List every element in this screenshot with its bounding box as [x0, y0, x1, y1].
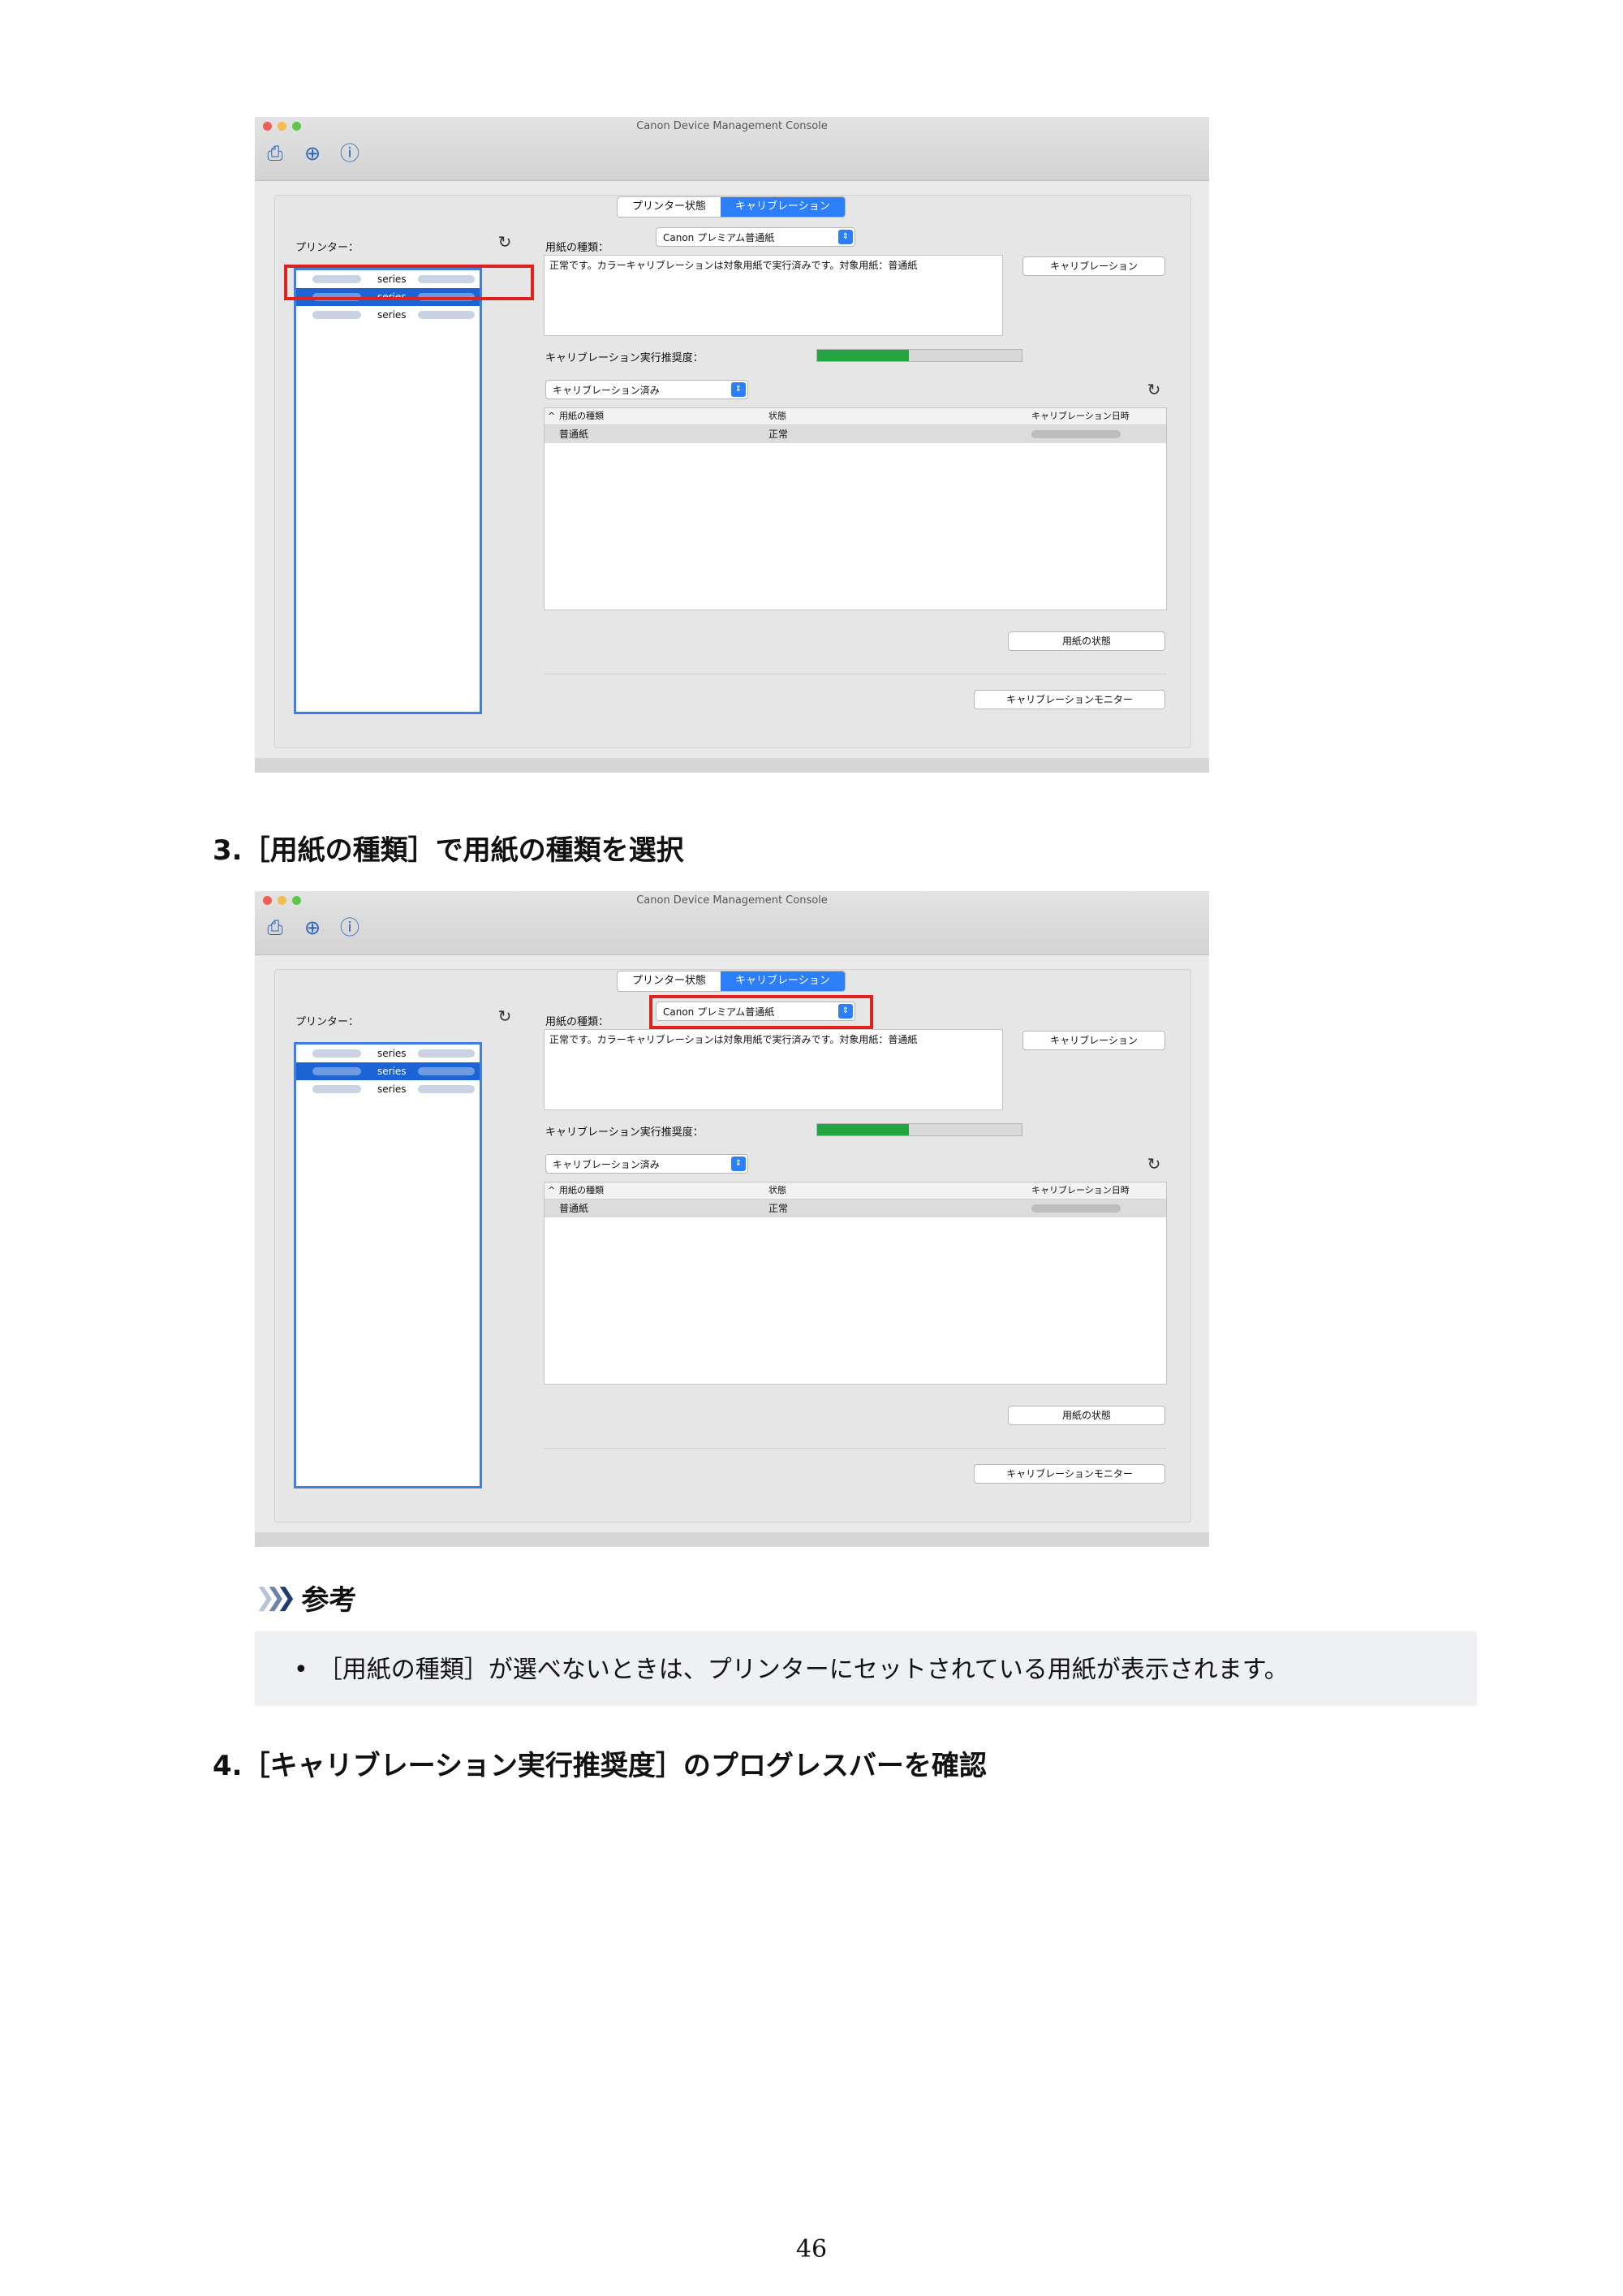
paper-status-button[interactable]: 用紙の状態 [1008, 1406, 1165, 1425]
chevron-updown-icon: ⇕ [731, 382, 746, 397]
add-printer-icon[interactable]: ⊕ [300, 141, 325, 166]
sort-ascending-icon[interactable]: ^ [548, 408, 555, 424]
tab-printer-status[interactable]: プリンター状態 [618, 971, 721, 991]
chevron-updown-icon: ⇕ [838, 230, 853, 244]
printers-label: プリンター： [295, 1016, 359, 1028]
step-3-heading: 3.［用紙の種類］で用紙の種類を選択 [213, 834, 684, 867]
step-4-heading: 4.［キャリブレーション実行推奨度］のプログレスバーを確認 [213, 1750, 987, 1782]
sort-ascending-icon[interactable]: ^ [548, 1182, 555, 1199]
printer-list-item[interactable]: series [296, 1080, 480, 1098]
cell-media: 普通紙 [559, 429, 589, 440]
add-printer-icon[interactable]: ⊕ [300, 915, 325, 940]
refresh-icon[interactable]: ↻ [495, 232, 514, 252]
media-type-select[interactable]: Canon プレミアム普通紙 ⇕ [656, 227, 855, 247]
column-header-media[interactable]: 用紙の種類 [559, 1182, 604, 1199]
printer-info-icon[interactable]: ⓘ [338, 915, 362, 940]
refresh-icon[interactable]: ↻ [1144, 380, 1164, 399]
calibration-filter-select[interactable]: キャリブレーション済み ⇕ [545, 380, 748, 399]
window-titlebar: Canon Device Management Console ⎙ ⊕ ⓘ [255, 891, 1209, 955]
recommendation-label: キャリブレーション実行推奨度： [545, 352, 704, 364]
calibration-filter-value: キャリブレーション済み [553, 385, 660, 396]
tab-calibration[interactable]: キャリブレーション [721, 971, 845, 991]
printer-list-item[interactable]: series [296, 270, 480, 288]
tab-bar: プリンター状態 キャリブレーション [617, 196, 846, 218]
printers-label: プリンター： [295, 242, 359, 254]
column-header-datetime[interactable]: キャリブレーション日時 [1031, 408, 1130, 424]
cell-datetime-redacted [1031, 1204, 1121, 1213]
recommendation-label: キャリブレーション実行推奨度： [545, 1126, 704, 1139]
media-type-select[interactable]: Canon プレミアム普通紙 ⇕ [656, 1002, 855, 1021]
page-number: 46 [795, 2235, 828, 2264]
chevrons-icon: ❯❯❯ [255, 1583, 297, 1612]
printer-list-item-selected[interactable]: series [296, 1062, 480, 1080]
refresh-icon[interactable]: ↻ [1144, 1154, 1164, 1174]
calibration-filter-value: キャリブレーション済み [553, 1159, 660, 1170]
chevron-updown-icon: ⇕ [731, 1157, 746, 1171]
calibration-table: ^ 用紙の種類 状態 キャリブレーション日時 普通紙 正常 [544, 1182, 1167, 1385]
recommendation-progress-fill [817, 350, 910, 361]
printer-settings-icon[interactable]: ⎙ [263, 915, 287, 940]
screenshot-media-type-selection: Canon Device Management Console ⎙ ⊕ ⓘ プリ… [255, 891, 1209, 1547]
note-heading-text: 参考 [301, 1583, 357, 1617]
bullet-icon: • [294, 1656, 308, 1684]
calibration-table: ^ 用紙の種類 状態 キャリブレーション日時 普通紙 正常 [544, 407, 1167, 610]
status-message: 正常です。カラーキャリブレーションは対象用紙で実行済みです。対象用紙：普通紙 [549, 260, 918, 271]
table-row[interactable]: 普通紙 正常 [545, 1200, 1166, 1217]
printer-settings-icon[interactable]: ⎙ [263, 141, 287, 166]
calibration-monitor-button[interactable]: キャリブレーションモニター [974, 1464, 1165, 1484]
note-heading: ❯❯❯ 参考 [255, 1579, 357, 1617]
recommendation-progress-fill [817, 1124, 910, 1135]
refresh-icon[interactable]: ↻ [495, 1006, 514, 1026]
column-header-datetime[interactable]: キャリブレーション日時 [1031, 1182, 1130, 1199]
column-header-state[interactable]: 状態 [768, 408, 786, 424]
recommendation-progress-bar [816, 1123, 1022, 1136]
divider [544, 1448, 1167, 1449]
window-bottom-strip [255, 758, 1209, 773]
cell-datetime-redacted [1031, 430, 1121, 438]
printer-list[interactable]: series series series [294, 1042, 482, 1488]
status-message-box: 正常です。カラーキャリブレーションは対象用紙で実行済みです。対象用紙：普通紙 [544, 255, 1003, 336]
cell-state: 正常 [768, 429, 789, 440]
window-title: Canon Device Management Console [636, 894, 828, 907]
column-header-state[interactable]: 状態 [768, 1182, 786, 1199]
media-type-value: Canon プレミアム普通紙 [663, 232, 775, 243]
table-header: ^ 用紙の種類 状態 キャリブレーション日時 [545, 1182, 1166, 1200]
media-type-label: 用紙の種類： [545, 1016, 609, 1028]
tab-printer-status[interactable]: プリンター状態 [618, 197, 721, 217]
window-titlebar: Canon Device Management Console ⎙ ⊕ ⓘ [255, 117, 1209, 181]
printer-list-item[interactable]: series [296, 306, 480, 324]
recommendation-progress-bar [816, 349, 1022, 362]
media-type-label: 用紙の種類： [545, 242, 609, 254]
printer-list-item[interactable]: series [296, 1045, 480, 1062]
tab-bar: プリンター状態 キャリブレーション [617, 971, 846, 992]
cell-state: 正常 [768, 1203, 789, 1214]
calibration-filter-select[interactable]: キャリブレーション済み ⇕ [545, 1154, 748, 1174]
window-bottom-strip [255, 1532, 1209, 1547]
tab-calibration[interactable]: キャリブレーション [721, 197, 845, 217]
printer-list-item-selected[interactable]: series [296, 288, 480, 306]
status-message: 正常です。カラーキャリブレーションは対象用紙で実行済みです。対象用紙：普通紙 [549, 1034, 918, 1045]
cell-media: 普通紙 [559, 1203, 589, 1214]
calibration-button[interactable]: キャリブレーション [1022, 256, 1165, 276]
screenshot-printer-selection: Canon Device Management Console ⎙ ⊕ ⓘ プリ… [255, 117, 1209, 773]
column-header-media[interactable]: 用紙の種類 [559, 408, 604, 424]
calibration-button[interactable]: キャリブレーション [1022, 1031, 1165, 1050]
chevron-updown-icon: ⇕ [838, 1004, 853, 1019]
note-box: • ［用紙の種類］が選べないときは、プリンターにセットされている用紙が表示されます… [255, 1631, 1477, 1706]
printer-info-icon[interactable]: ⓘ [338, 141, 362, 166]
status-message-box: 正常です。カラーキャリブレーションは対象用紙で実行済みです。対象用紙：普通紙 [544, 1029, 1003, 1110]
printer-list[interactable]: series series series [294, 268, 482, 714]
media-type-value: Canon プレミアム普通紙 [663, 1006, 775, 1018]
calibration-monitor-button[interactable]: キャリブレーションモニター [974, 690, 1165, 709]
window-title: Canon Device Management Console [636, 120, 828, 132]
table-row[interactable]: 普通紙 正常 [545, 425, 1166, 443]
note-item: ［用紙の種類］が選べないときは、プリンターにセットされている用紙が表示されます。 [317, 1656, 1289, 1684]
table-header: ^ 用紙の種類 状態 キャリブレーション日時 [545, 408, 1166, 425]
paper-status-button[interactable]: 用紙の状態 [1008, 631, 1165, 651]
